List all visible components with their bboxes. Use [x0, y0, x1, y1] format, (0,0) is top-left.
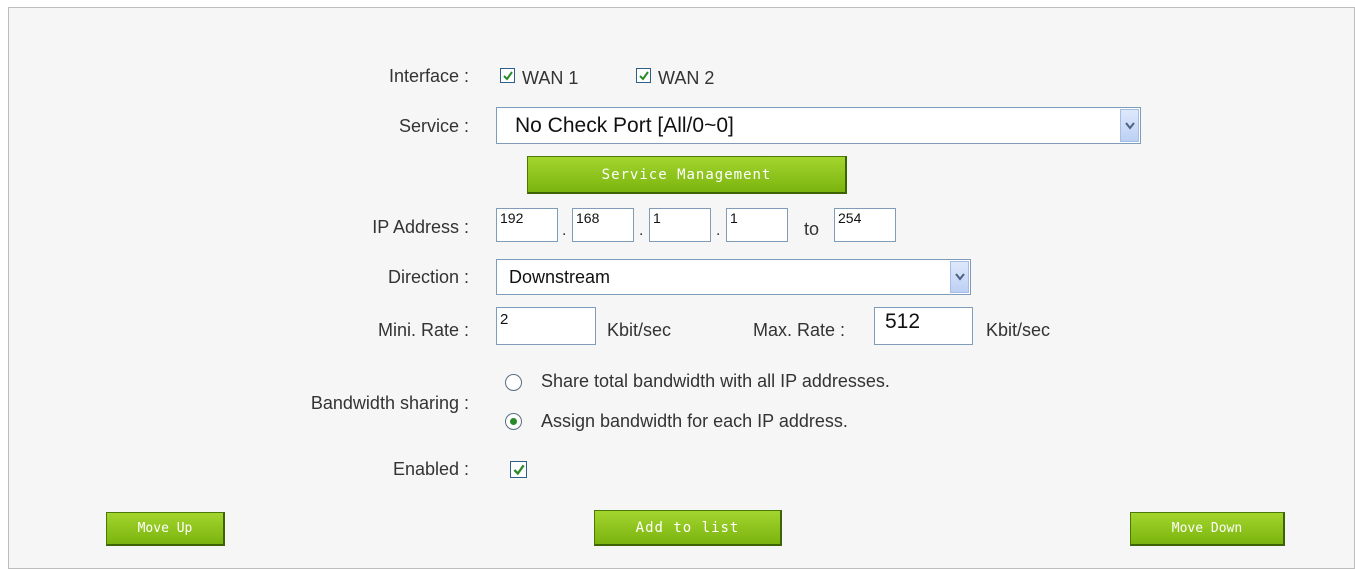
ip-octet2-input[interactable] [572, 208, 634, 242]
max-rate-label: Max. Rate : [753, 320, 846, 340]
direction-select[interactable]: Downstream [496, 259, 971, 295]
direction-selected-value: Downstream [509, 267, 611, 287]
checkmark-icon [503, 71, 513, 81]
service-select[interactable]: No Check Port [All/0~0] [496, 107, 1141, 144]
wan1-label: WAN 1 [522, 68, 579, 88]
service-management-button[interactable]: Service Management [527, 156, 847, 194]
direction-label: Direction : [387, 267, 469, 287]
min-rate-input[interactable] [496, 307, 596, 345]
interface-label: Interface : [388, 66, 469, 86]
service-label: Service : [398, 116, 469, 136]
min-rate-label: Mini. Rate : [377, 320, 469, 340]
min-rate-unit: Kbit/sec [607, 320, 672, 340]
ip-to-label: to [804, 219, 820, 239]
ip-dot-3: . [716, 222, 721, 239]
wan2-checkbox[interactable] [636, 68, 651, 83]
assign-each-label[interactable]: Assign bandwidth for each IP address. [541, 411, 848, 432]
ip-dot-2: . [639, 222, 644, 239]
share-total-label[interactable]: Share total bandwidth with all IP addres… [541, 371, 890, 392]
chevron-down-icon [1125, 121, 1135, 130]
checkmark-icon [639, 71, 649, 81]
chevron-down-icon [955, 273, 965, 281]
enabled-label: Enabled : [392, 459, 469, 479]
direction-dropdown-arrow[interactable] [950, 261, 969, 293]
bandwidth-sharing-label: Bandwidth sharing : [310, 393, 469, 413]
max-rate-unit: Kbit/sec [986, 320, 1051, 340]
service-selected-value: No Check Port [All/0~0] [515, 114, 734, 137]
ip-dot-1: . [562, 222, 567, 239]
ip-address-label: IP Address : [372, 217, 469, 237]
assign-each-radio[interactable] [505, 413, 522, 430]
move-up-button[interactable]: Move Up [106, 512, 225, 546]
move-down-button[interactable]: Move Down [1130, 512, 1285, 546]
wan2-label: WAN 2 [658, 68, 715, 88]
add-to-list-button[interactable]: Add to list [594, 510, 782, 546]
checkmark-icon [513, 464, 525, 476]
ip-octet3-input[interactable] [649, 208, 711, 242]
ip-octet1-input[interactable] [496, 208, 558, 242]
share-total-radio[interactable] [505, 374, 522, 391]
max-rate-input[interactable] [874, 307, 973, 345]
ip-end-input[interactable] [834, 208, 896, 242]
ip-octet4-input[interactable] [726, 208, 788, 242]
enabled-checkbox[interactable] [510, 461, 527, 478]
service-dropdown-arrow[interactable] [1120, 109, 1139, 142]
radio-selected-dot [510, 418, 517, 425]
wan1-checkbox[interactable] [500, 68, 515, 83]
